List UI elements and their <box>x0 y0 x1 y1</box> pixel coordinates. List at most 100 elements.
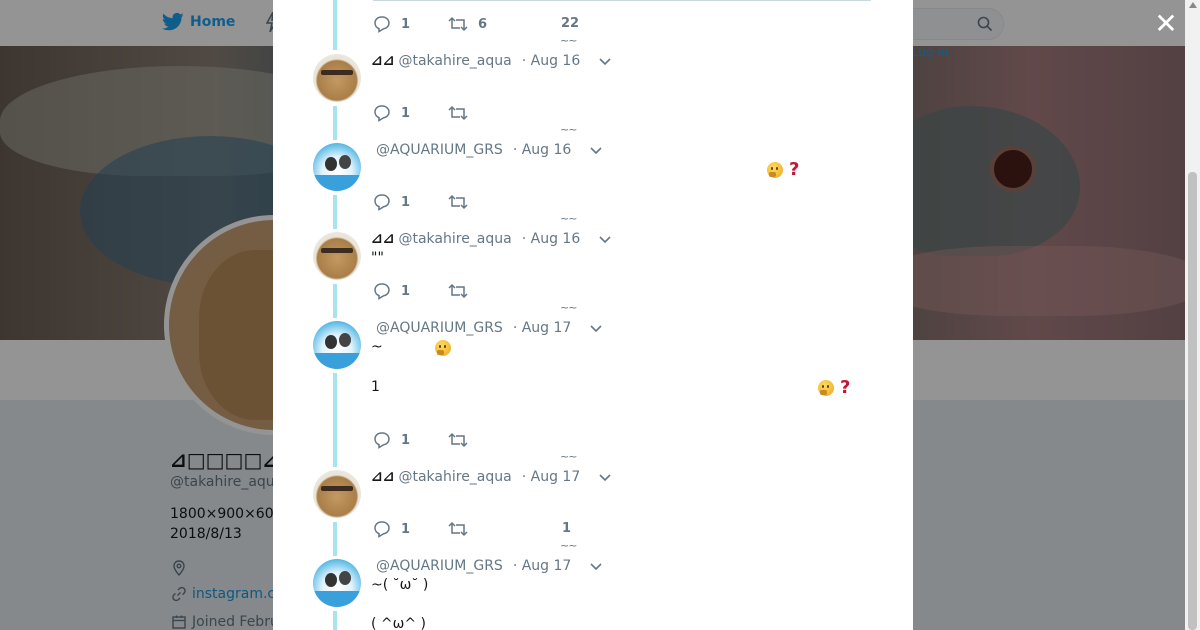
retweet-count: 6 <box>478 16 488 32</box>
like-icon[interactable]: ~~ <box>560 34 577 47</box>
avatar-graphic <box>321 70 353 75</box>
retweet-icon <box>448 105 468 121</box>
thread-line <box>333 284 337 318</box>
author-name[interactable]: ⊿⊿ <box>371 231 394 247</box>
avatar-graphic <box>339 571 351 585</box>
tweet-text: 1 <box>371 379 380 395</box>
avatar-graphic <box>313 591 361 607</box>
question-mark-emoji: ? <box>840 377 851 398</box>
tweet-actions: 1 6 <box>373 15 487 33</box>
avatar[interactable] <box>313 232 361 280</box>
reply-button[interactable]: 1 <box>373 15 410 33</box>
reply-count: 1 <box>401 432 411 448</box>
reply-button[interactable]: 1 <box>373 431 410 449</box>
reply-count: 1 <box>401 194 411 210</box>
tweet-text: ~( ˘ω˘ ) <box>371 577 429 593</box>
author-name[interactable]: ⊿⊿ <box>371 469 394 485</box>
like-icon[interactable]: ~~ <box>560 539 577 552</box>
tweet-header: @AQUARIUM_GRS · Aug 17 <box>376 558 571 574</box>
thread-line <box>333 106 337 140</box>
tweet-actions: 1 <box>373 431 468 449</box>
tweet-text: ~ <box>371 339 383 355</box>
chevron-down-icon[interactable] <box>590 147 602 155</box>
tweet-text: ( ^ω^ ) <box>371 616 427 630</box>
tweet-date[interactable]: · Aug 16 <box>522 53 581 69</box>
reply-icon <box>374 521 390 538</box>
chevron-down-icon[interactable] <box>599 58 611 66</box>
tweet-header: ⊿⊿ @takahire_aqua · Aug 16 <box>371 53 580 69</box>
tweet-actions: 1 <box>373 104 468 122</box>
avatar-graphic <box>325 157 337 171</box>
like-icon[interactable]: ~~ <box>560 301 577 314</box>
thread-line <box>333 611 337 630</box>
scrollbar-thumb[interactable] <box>1188 172 1197 630</box>
author-handle[interactable]: @takahire_aqua <box>398 231 511 247</box>
reply-icon <box>374 283 390 300</box>
chevron-down-icon[interactable] <box>599 474 611 482</box>
reply-button[interactable]: 1 <box>373 282 410 300</box>
retweet-button[interactable] <box>448 193 468 211</box>
reply-button[interactable]: 1 <box>373 193 410 211</box>
author-name[interactable]: ⊿⊿ <box>371 53 394 69</box>
avatar-graphic <box>321 486 353 491</box>
reply-button[interactable]: 1 <box>373 104 410 122</box>
retweet-icon <box>448 432 468 448</box>
like-icon[interactable]: ~~ <box>560 123 577 136</box>
retweet-icon <box>448 521 468 537</box>
avatar-graphic <box>321 248 353 253</box>
avatar[interactable] <box>313 470 361 518</box>
author-handle[interactable]: @takahire_aqua <box>398 469 511 485</box>
reply-count: 1 <box>401 16 411 32</box>
reply-count: 1 <box>401 105 411 121</box>
close-icon[interactable]: ✕ <box>1154 10 1178 38</box>
author-handle[interactable]: @AQUARIUM_GRS <box>376 142 503 158</box>
tweet-actions: 1 <box>373 520 468 538</box>
tweet-date[interactable]: · Aug 17 <box>513 558 572 574</box>
avatar[interactable] <box>313 321 361 369</box>
retweet-button[interactable] <box>448 431 468 449</box>
thinking-face-emoji <box>435 340 451 356</box>
reply-count: 1 <box>401 283 411 299</box>
tweet-actions: 1 <box>373 193 468 211</box>
avatar[interactable] <box>313 143 361 191</box>
chevron-down-icon[interactable] <box>599 236 611 244</box>
avatar-graphic <box>313 175 361 191</box>
scroll-up-arrow[interactable] <box>1189 2 1197 8</box>
author-handle[interactable]: @AQUARIUM_GRS <box>376 320 503 336</box>
tweet-header: @AQUARIUM_GRS · Aug 17 <box>376 320 571 336</box>
divider <box>373 0 871 1</box>
retweet-button[interactable] <box>448 104 468 122</box>
tweet-date[interactable]: · Aug 17 <box>522 469 581 485</box>
reply-icon <box>374 16 390 33</box>
retweet-button[interactable]: 6 <box>448 15 487 33</box>
retweet-icon <box>448 283 468 299</box>
page: Home Log in ⊿□□□□⊿ @takahire_aqu 1800×90… <box>0 0 1200 630</box>
tweet-text: "" <box>371 250 384 266</box>
author-handle[interactable]: @AQUARIUM_GRS <box>376 558 503 574</box>
retweet-icon <box>448 16 468 32</box>
tweet-header: ⊿⊿ @takahire_aqua · Aug 17 <box>371 469 580 485</box>
retweet-button[interactable] <box>448 520 468 538</box>
author-handle[interactable]: @takahire_aqua <box>398 53 511 69</box>
avatar[interactable] <box>313 54 361 102</box>
thread-line <box>333 522 337 556</box>
like-icon[interactable]: ~~ <box>560 212 577 225</box>
tweet-date[interactable]: · Aug 17 <box>513 320 572 336</box>
like-count: 22 <box>561 16 580 31</box>
chevron-down-icon[interactable] <box>590 563 602 571</box>
tweet-header: ⊿⊿ @takahire_aqua · Aug 16 <box>371 231 580 247</box>
like-count: 1 <box>562 521 572 536</box>
chevron-down-icon[interactable] <box>590 325 602 333</box>
like-icon[interactable]: ~~ <box>560 450 577 463</box>
tweet-header: @AQUARIUM_GRS · Aug 16 <box>376 142 571 158</box>
avatar-graphic <box>313 353 361 369</box>
scrollbar[interactable] <box>1185 0 1200 630</box>
tweet-date[interactable]: · Aug 16 <box>513 142 572 158</box>
avatar[interactable] <box>313 559 361 607</box>
reply-button[interactable]: 1 <box>373 520 410 538</box>
retweet-button[interactable] <box>448 282 468 300</box>
thread-line <box>333 195 337 229</box>
thread-line <box>333 373 337 467</box>
question-mark-emoji: ? <box>789 159 800 180</box>
tweet-date[interactable]: · Aug 16 <box>522 231 581 247</box>
